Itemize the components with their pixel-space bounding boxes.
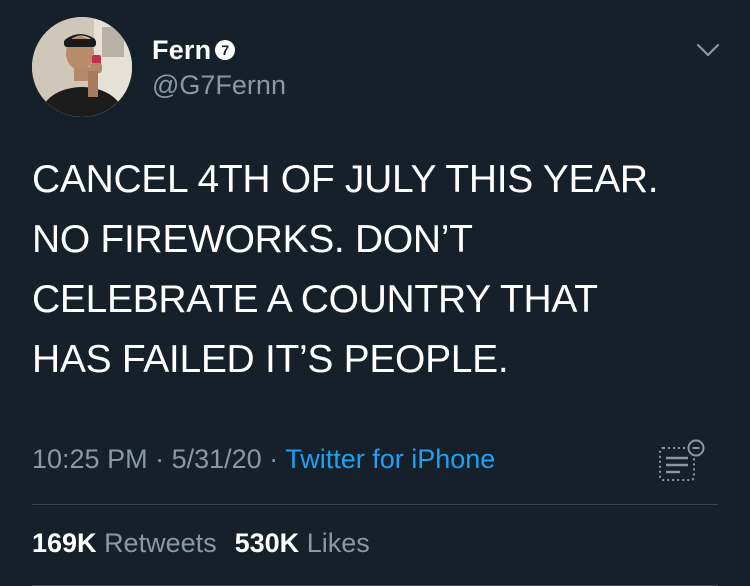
tweet-text-line: CANCEL 4TH OF JULY THIS YEAR.: [32, 158, 659, 201]
display-name[interactable]: Fern: [152, 35, 211, 66]
tweet-date[interactable]: 5/31/20: [172, 444, 262, 474]
tweet-source-link[interactable]: Twitter for iPhone: [285, 444, 495, 474]
retweets-stat[interactable]: 169K Retweets: [32, 528, 217, 558]
avatar[interactable]: [32, 17, 132, 117]
meta-separator: ·: [269, 444, 279, 474]
likes-stat[interactable]: 530K Likes: [235, 528, 370, 558]
tweet-analytics-icon[interactable]: [656, 438, 706, 484]
tweet-meta: 10:25 PM · 5/31/20 · Twitter for iPhone: [32, 444, 495, 475]
likes-label: Likes: [306, 528, 370, 558]
chevron-down-icon[interactable]: [694, 36, 722, 64]
badge-icon: 7: [215, 40, 236, 60]
tweet-text-line: CELEBRATE A COUNTRY THAT: [32, 278, 598, 321]
retweets-label: Retweets: [104, 528, 217, 558]
tweet-text: CANCEL 4TH OF JULY THIS YEAR. NO FIREWOR…: [32, 150, 732, 390]
tweet-text-line: HAS FAILED IT’S PEOPLE.: [32, 338, 509, 381]
meta-separator: ·: [155, 444, 165, 474]
retweets-count: 169K: [32, 528, 97, 558]
user-handle[interactable]: @G7Fernn: [152, 70, 286, 101]
author-name-row[interactable]: Fern 7: [152, 34, 236, 66]
divider: [32, 504, 718, 505]
tweet-stats: 169K Retweets 530K Likes: [32, 528, 370, 559]
tweet-time[interactable]: 10:25 PM: [32, 444, 148, 474]
tweet-text-line: NO FIREWORKS. DON’T: [32, 218, 473, 261]
tweet-card: Fern 7 @G7Fernn CANCEL 4TH OF JULY THIS …: [0, 0, 750, 586]
likes-count: 530K: [234, 528, 300, 558]
